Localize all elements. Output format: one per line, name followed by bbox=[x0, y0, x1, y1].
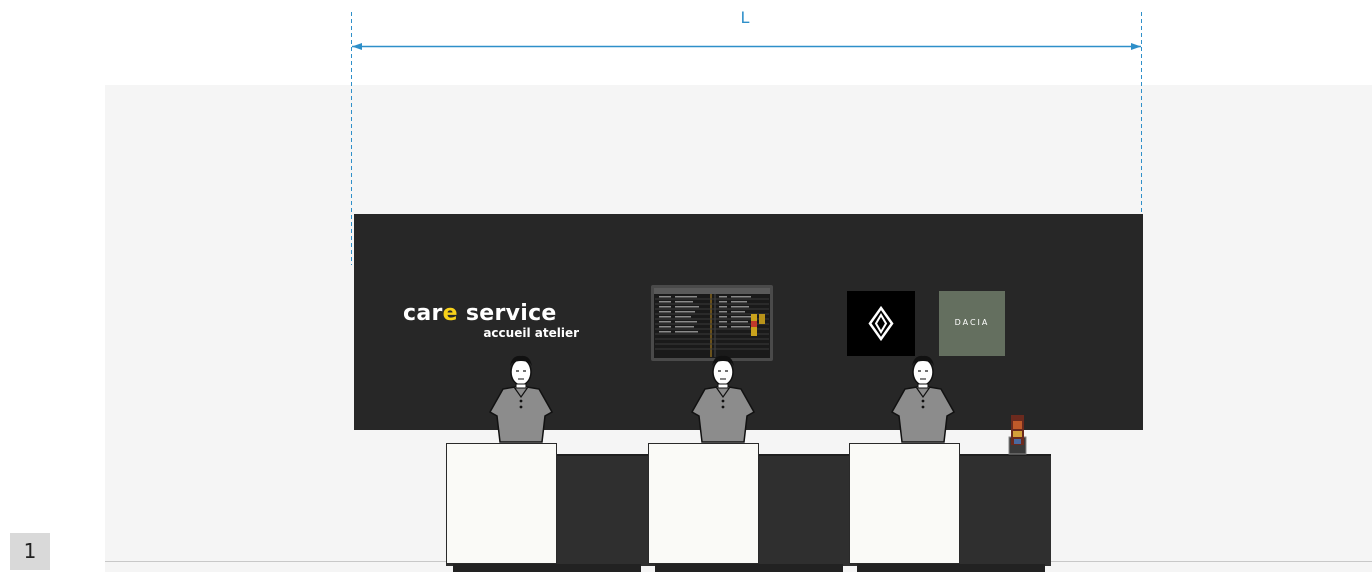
desk-front-panel bbox=[446, 443, 557, 564]
renault-logo bbox=[847, 291, 915, 356]
renault-diamond-icon bbox=[868, 305, 894, 342]
receptionist-figure bbox=[890, 355, 956, 443]
desk-front-panel bbox=[648, 443, 759, 564]
departure-board-icon bbox=[651, 285, 773, 361]
care-service-subtitle: accueil atelier bbox=[483, 326, 579, 340]
page-number: 1 bbox=[23, 539, 37, 563]
dimension-arrow-right bbox=[1131, 43, 1141, 50]
departure-board-graphic bbox=[654, 288, 770, 358]
care-suffix: service bbox=[457, 301, 557, 326]
receptionist-figure bbox=[488, 355, 554, 443]
care-prefix: car bbox=[403, 301, 443, 326]
dimension-label: L bbox=[740, 8, 750, 27]
receptionist-figure bbox=[690, 355, 756, 443]
care-highlight: e bbox=[442, 301, 458, 326]
dacia-wordmark: DACIA bbox=[954, 318, 990, 327]
care-service-sign: care service accueil atelier bbox=[403, 302, 579, 341]
counter-plinth bbox=[857, 564, 1045, 572]
counter-plinth bbox=[655, 564, 843, 572]
dimension-arrow-left bbox=[352, 43, 362, 50]
brochure-holder-icon bbox=[1008, 415, 1027, 455]
care-service-title: care service bbox=[403, 302, 579, 326]
desk-front-panel bbox=[849, 443, 960, 564]
page-number-badge: 1 bbox=[10, 533, 50, 570]
counter-plinth bbox=[453, 564, 641, 572]
